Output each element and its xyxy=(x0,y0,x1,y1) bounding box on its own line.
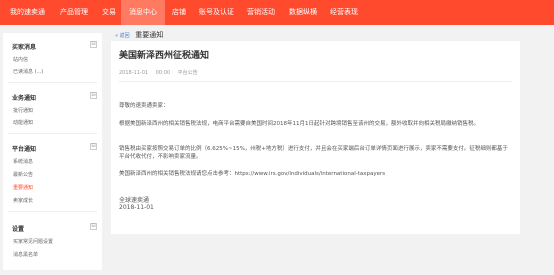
page-title: 重要通知 xyxy=(135,31,164,39)
sidebar-section-settings[interactable]: 设置 xyxy=(12,224,24,233)
sidebar-item-function-notices[interactable]: 动能通知 xyxy=(13,119,33,126)
sidebar: 买家消息 ⊟ 站内信 已读消息 (...) 业务通知 ⊟ 批行通知 动能通知 平… xyxy=(3,33,102,270)
notice-greeting: 尊敬的速卖通卖家： xyxy=(119,103,169,109)
collapse-icon[interactable]: ⊟ xyxy=(90,92,97,99)
divider xyxy=(119,81,512,82)
top-navigation-bar: 我的速卖通 产品管理 交易 消息中心 店铺 账号及认证 营销活动 数据纵横 经营… xyxy=(0,0,554,25)
notice-paragraph-3: 美国新泽西州的相关销售税法规请您点击参考：https://www.irs.gov… xyxy=(119,171,386,177)
notice-card: 美国新泽西州征税通知 2018-11-01 00:00 平台公告 尊敬的速卖通卖… xyxy=(111,41,520,234)
notice-source: 平台公告 xyxy=(177,70,198,76)
sidebar-item-inbox[interactable]: 站内信 xyxy=(13,56,28,63)
sidebar-item-batch-notices[interactable]: 批行通知 xyxy=(13,107,33,114)
nav-message-center[interactable]: 消息中心 xyxy=(121,0,165,25)
sidebar-item-faq-settings[interactable]: 买家常见问题设置 xyxy=(13,238,53,245)
nav-my-aliexpress[interactable]: 我的速卖通 xyxy=(8,0,47,25)
notice-time: 00:00 xyxy=(155,70,171,76)
nav-store[interactable]: 店铺 xyxy=(170,0,188,25)
sidebar-section-platform-notices[interactable]: 平台通知 xyxy=(12,144,36,153)
breadcrumb: « 返回 重要通知 xyxy=(115,30,163,40)
notice-signature-date: 2018-11-01 xyxy=(119,204,154,211)
collapse-icon[interactable]: ⊟ xyxy=(90,223,97,230)
sidebar-item-seller-growth[interactable]: 卖家成长 xyxy=(13,197,33,204)
sidebar-section-buyer-messages[interactable]: 买家消息 xyxy=(12,42,36,51)
collapse-icon[interactable]: ⊟ xyxy=(90,41,97,48)
nav-marketing-activities[interactable]: 营销活动 xyxy=(245,0,277,25)
notice-signature-org: 全球速卖通 xyxy=(119,197,150,204)
notice-title: 美国新泽西州征税通知 xyxy=(119,51,210,61)
back-link[interactable]: « 返回 xyxy=(115,33,130,39)
notice-paragraph-2: 销售税由买家按照交易订单的比例（6.625%~15%，州税+地方税）进行支付，并… xyxy=(119,146,508,160)
notice-meta: 2018-11-01 00:00 平台公告 xyxy=(119,69,204,76)
sidebar-divider xyxy=(8,133,97,134)
collapse-icon[interactable]: ⊟ xyxy=(90,143,97,150)
sidebar-divider xyxy=(8,82,97,83)
sidebar-divider xyxy=(8,211,97,212)
nav-product-management[interactable]: 产品管理 xyxy=(58,0,90,25)
sidebar-item-important-notices[interactable]: 重要通知 xyxy=(13,184,33,191)
sidebar-item-message-blacklist[interactable]: 消息黑名单 xyxy=(13,251,38,258)
nav-account-verification[interactable]: 账号及认证 xyxy=(197,0,236,25)
sidebar-section-business-notices[interactable]: 业务通知 xyxy=(12,93,36,102)
notice-paragraph-1: 根据美国新泽西州的相关销售税法规，电商平台需要自美国时间2018年11月1日起针… xyxy=(119,121,479,127)
sidebar-item-system-messages[interactable]: 系统消息 xyxy=(13,158,33,165)
nav-data-analytics[interactable]: 数据纵横 xyxy=(287,0,319,25)
sidebar-item-read-messages[interactable]: 已读消息 (...) xyxy=(13,68,43,75)
sidebar-item-latest-announcements[interactable]: 最新公告 xyxy=(13,171,33,178)
nav-transactions[interactable]: 交易 xyxy=(100,0,118,25)
nav-business-performance[interactable]: 经营表现 xyxy=(328,0,360,25)
notice-date: 2018-11-01 xyxy=(119,70,149,76)
